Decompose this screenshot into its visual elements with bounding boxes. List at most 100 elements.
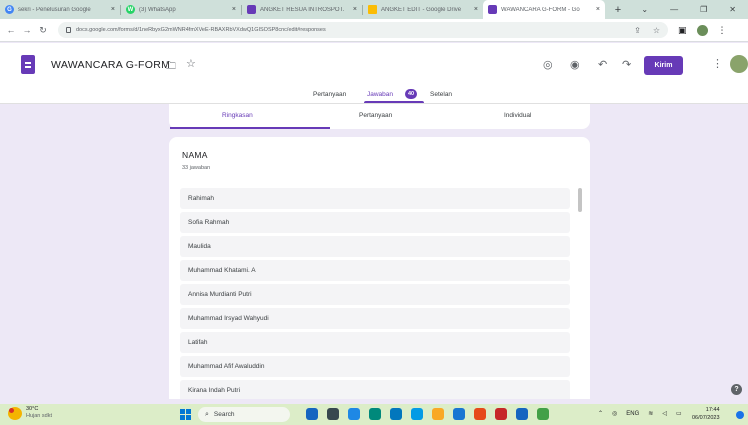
close-icon[interactable]: × [353, 6, 357, 13]
forward-icon[interactable]: → [20, 25, 34, 35]
taskbar-search-placeholder: Search [213, 411, 235, 418]
account-avatar[interactable] [730, 55, 748, 73]
tab-settings[interactable]: Setelan [430, 91, 452, 98]
close-icon[interactable]: × [474, 6, 478, 13]
clock-date: 06/07/2023 [692, 415, 720, 421]
close-icon[interactable]: × [232, 6, 236, 13]
windows-start-icon[interactable] [180, 409, 191, 420]
form-title[interactable]: WAWANCARA G-FORM [51, 59, 170, 71]
chevron-down-icon[interactable]: ⌄ [641, 5, 648, 14]
wifi-icon[interactable]: ≋ [648, 410, 653, 417]
list-item: Annisa Murdianti Putri [180, 284, 570, 305]
undo-icon[interactable]: ↶ [598, 58, 607, 71]
browser-tab-title: ANGKET RESUA INTROSPOT. [260, 6, 345, 13]
taskbar-app-icon[interactable] [495, 408, 507, 420]
volume-icon[interactable]: ◁ [662, 410, 667, 417]
taskbar-app-icon[interactable] [390, 408, 402, 420]
window-controls: ⌄ — ❐ ✕ [641, 5, 748, 14]
browser-tab-title: (3) WhatsApp [139, 6, 176, 13]
scrollbar-thumb[interactable] [578, 188, 582, 212]
google-drive-icon [368, 5, 377, 14]
browser-tab-title: WAWANCARA G-FORM - Go [501, 6, 580, 13]
list-item: Muhammad Khatami. A [180, 260, 570, 281]
system-tray: ⌃ ◎ ENG ≋ ◁ ▭ [598, 410, 682, 418]
response-count-badge: 40 [405, 89, 417, 99]
share-icon[interactable]: ⇪ [634, 26, 641, 35]
form-tabs: Pertanyaan Jawaban 40 Setelan [0, 87, 748, 104]
list-item: Maulida [180, 236, 570, 257]
back-icon[interactable]: ← [4, 25, 18, 35]
whatsapp-icon: W [126, 5, 135, 14]
palette-icon[interactable]: ◎ [543, 58, 553, 71]
language-indicator[interactable]: ENG [626, 411, 639, 417]
taskbar-app-icon[interactable] [306, 408, 318, 420]
response-subtabs: Ringkasan Pertanyaan Individual [169, 104, 590, 129]
answer-list[interactable]: Rahimah Sofia Rahmah Maulida Muhammad Kh… [180, 188, 570, 399]
reload-icon[interactable]: ↻ [36, 25, 50, 36]
minimize-icon[interactable]: — [670, 5, 678, 14]
taskbar-app-icon[interactable] [432, 408, 444, 420]
question-title: NAMA [182, 150, 208, 160]
taskbar-search[interactable]: ⌕ Search [198, 407, 290, 422]
google-forms-logo-icon[interactable] [21, 55, 35, 74]
url-input[interactable]: docs.google.com/forms/d/1neRbyxG2mWNR4fm… [58, 22, 668, 38]
taskbar-apps [306, 408, 549, 420]
close-icon[interactable]: × [596, 6, 600, 13]
weather-widget[interactable]: 30°C Hujan sdkt [8, 406, 52, 420]
list-item: Kirana Indah Putri [180, 380, 570, 399]
taskbar-app-icon[interactable] [474, 408, 486, 420]
close-icon[interactable]: × [111, 6, 115, 13]
close-window-icon[interactable]: ✕ [729, 5, 736, 14]
tray-chevron-up-icon[interactable]: ⌃ [598, 410, 603, 417]
weather-icon [8, 406, 22, 420]
notification-icon[interactable] [736, 411, 744, 419]
more-vert-icon[interactable]: ⋮ [712, 57, 723, 70]
taskbar-app-icon[interactable] [453, 408, 465, 420]
preview-eye-icon[interactable]: ◉ [570, 58, 580, 71]
help-icon[interactable]: ? [731, 384, 742, 395]
tray-app-icon[interactable]: ◎ [612, 410, 617, 417]
taskbar-app-icon[interactable] [327, 408, 339, 420]
browser-tab[interactable]: ANGKET RESUA INTROSPOT. × [242, 0, 362, 19]
subtab-summary[interactable]: Ringkasan [222, 112, 253, 119]
new-tab-button[interactable]: + [609, 4, 627, 16]
active-tab-indicator [364, 101, 424, 103]
browser-tab-active[interactable]: WAWANCARA G-FORM - Go × [483, 0, 605, 19]
browser-tab[interactable]: G sekri - Penelusuran Google × [0, 0, 120, 19]
menu-icon[interactable]: ⋮ [718, 25, 727, 36]
bookmark-star-icon[interactable]: ☆ [653, 26, 660, 35]
search-icon: ⌕ [205, 410, 209, 418]
forms-header: WAWANCARA G-FORM 🗀 ☆ ◎ ◉ ↶ ↷ Kirim ⋮ [0, 43, 748, 87]
sidebar-toggle-icon[interactable]: ▣ [678, 25, 687, 36]
taskbar-app-icon[interactable] [348, 408, 360, 420]
browser-tab-title: sekri - Penelusuran Google [18, 6, 91, 13]
windows-taskbar: 30°C Hujan sdkt ⌕ Search ⌃ ◎ ENG ≋ ◁ ▭ 1… [0, 404, 748, 425]
taskbar-app-icon[interactable] [537, 408, 549, 420]
subtab-question[interactable]: Pertanyaan [359, 112, 392, 119]
folder-icon[interactable]: 🗀 [166, 59, 176, 76]
clock-time: 17:44 [705, 407, 720, 413]
browser-tab[interactable]: ANGKET EDIT - Google Drive × [363, 0, 483, 19]
browser-tab[interactable]: W (3) WhatsApp × [121, 0, 241, 19]
profile-avatar[interactable] [696, 24, 708, 36]
url-text: docs.google.com/forms/d/1neRbyxG2mWNR4fm… [76, 27, 326, 33]
taskbar-app-icon[interactable] [516, 408, 528, 420]
taskbar-app-icon[interactable] [369, 408, 381, 420]
tab-questions[interactable]: Pertanyaan [313, 91, 346, 98]
star-icon[interactable]: ☆ [186, 57, 196, 70]
list-item: Muhammad Irsyad Wahyudi [180, 308, 570, 329]
google-icon: G [5, 5, 14, 14]
tab-responses[interactable]: Jawaban [367, 91, 393, 98]
lock-icon [66, 27, 71, 33]
battery-icon[interactable]: ▭ [676, 410, 682, 417]
taskbar-app-icon[interactable] [411, 408, 423, 420]
restore-icon[interactable]: ❐ [700, 5, 707, 14]
response-count-label: 33 jawaban [182, 165, 211, 171]
google-forms-icon [488, 5, 497, 14]
address-bar: ← → ↻ docs.google.com/forms/d/1neRbyxG2m… [0, 19, 748, 42]
list-item: Rahimah [180, 188, 570, 209]
system-clock[interactable]: 17:44 06/07/2023 [692, 406, 720, 422]
redo-icon[interactable]: ↷ [622, 58, 631, 71]
send-button[interactable]: Kirim [644, 56, 683, 75]
subtab-individual[interactable]: Individual [504, 112, 531, 119]
